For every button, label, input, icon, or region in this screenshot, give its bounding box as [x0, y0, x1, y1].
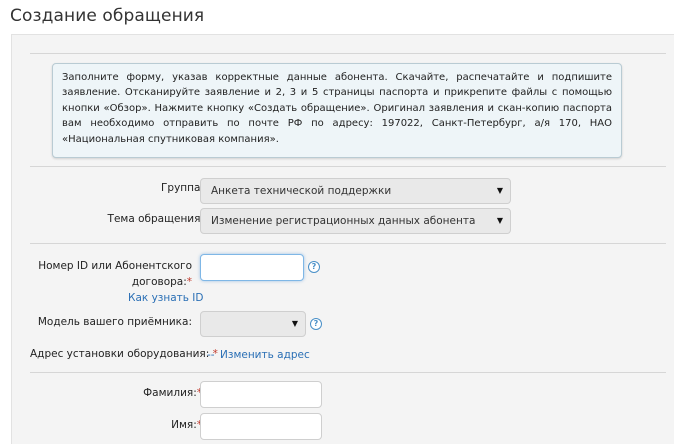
- chevron-down-icon: ▼: [496, 186, 503, 195]
- surname-label: Фамилия:*: [143, 387, 202, 399]
- chevron-down-icon: ▼: [291, 319, 298, 328]
- page-title: Создание обращения: [10, 6, 205, 26]
- receiver-model-label: Модель вашего приёмника:: [37, 316, 192, 328]
- info-text: Заполните форму, указав корректные данны…: [62, 72, 612, 145]
- how-to-find-id-link[interactable]: Как узнать ID: [128, 292, 204, 304]
- required-mark: *: [186, 276, 192, 288]
- divider: [30, 53, 666, 54]
- name-label: Имя:*: [171, 419, 202, 431]
- topic-select[interactable]: Изменение регистрационных данных абонент…: [200, 208, 511, 234]
- account-id-input[interactable]: [200, 254, 304, 281]
- divider: [30, 243, 666, 244]
- form-panel: Заполните форму, указав корректные данны…: [11, 34, 674, 444]
- receiver-model-select[interactable]: ▼: [200, 311, 306, 337]
- group-select[interactable]: Анкета технической поддержки ▼: [200, 178, 511, 204]
- help-icon[interactable]: ?: [310, 318, 322, 330]
- change-address-link[interactable]: Изменить адрес: [220, 349, 310, 361]
- account-id-label: Номер ID или Абонентского договора:*: [38, 260, 192, 288]
- topic-label: Тема обращения:: [107, 213, 204, 225]
- divider: [30, 372, 666, 373]
- address-value-placeholder: --: [207, 349, 215, 361]
- divider: [30, 166, 666, 167]
- group-label: Группа:: [161, 182, 204, 194]
- name-input[interactable]: [200, 413, 322, 440]
- chevron-down-icon: ▼: [496, 216, 503, 225]
- info-box: Заполните форму, указав корректные данны…: [52, 63, 622, 158]
- group-select-value: Анкета технической поддержки: [211, 185, 392, 197]
- topic-select-value: Изменение регистрационных данных абонент…: [211, 215, 476, 227]
- surname-input[interactable]: [200, 381, 322, 408]
- address-label: Адрес установки оборудования: *: [30, 348, 218, 360]
- help-icon[interactable]: ?: [308, 261, 320, 273]
